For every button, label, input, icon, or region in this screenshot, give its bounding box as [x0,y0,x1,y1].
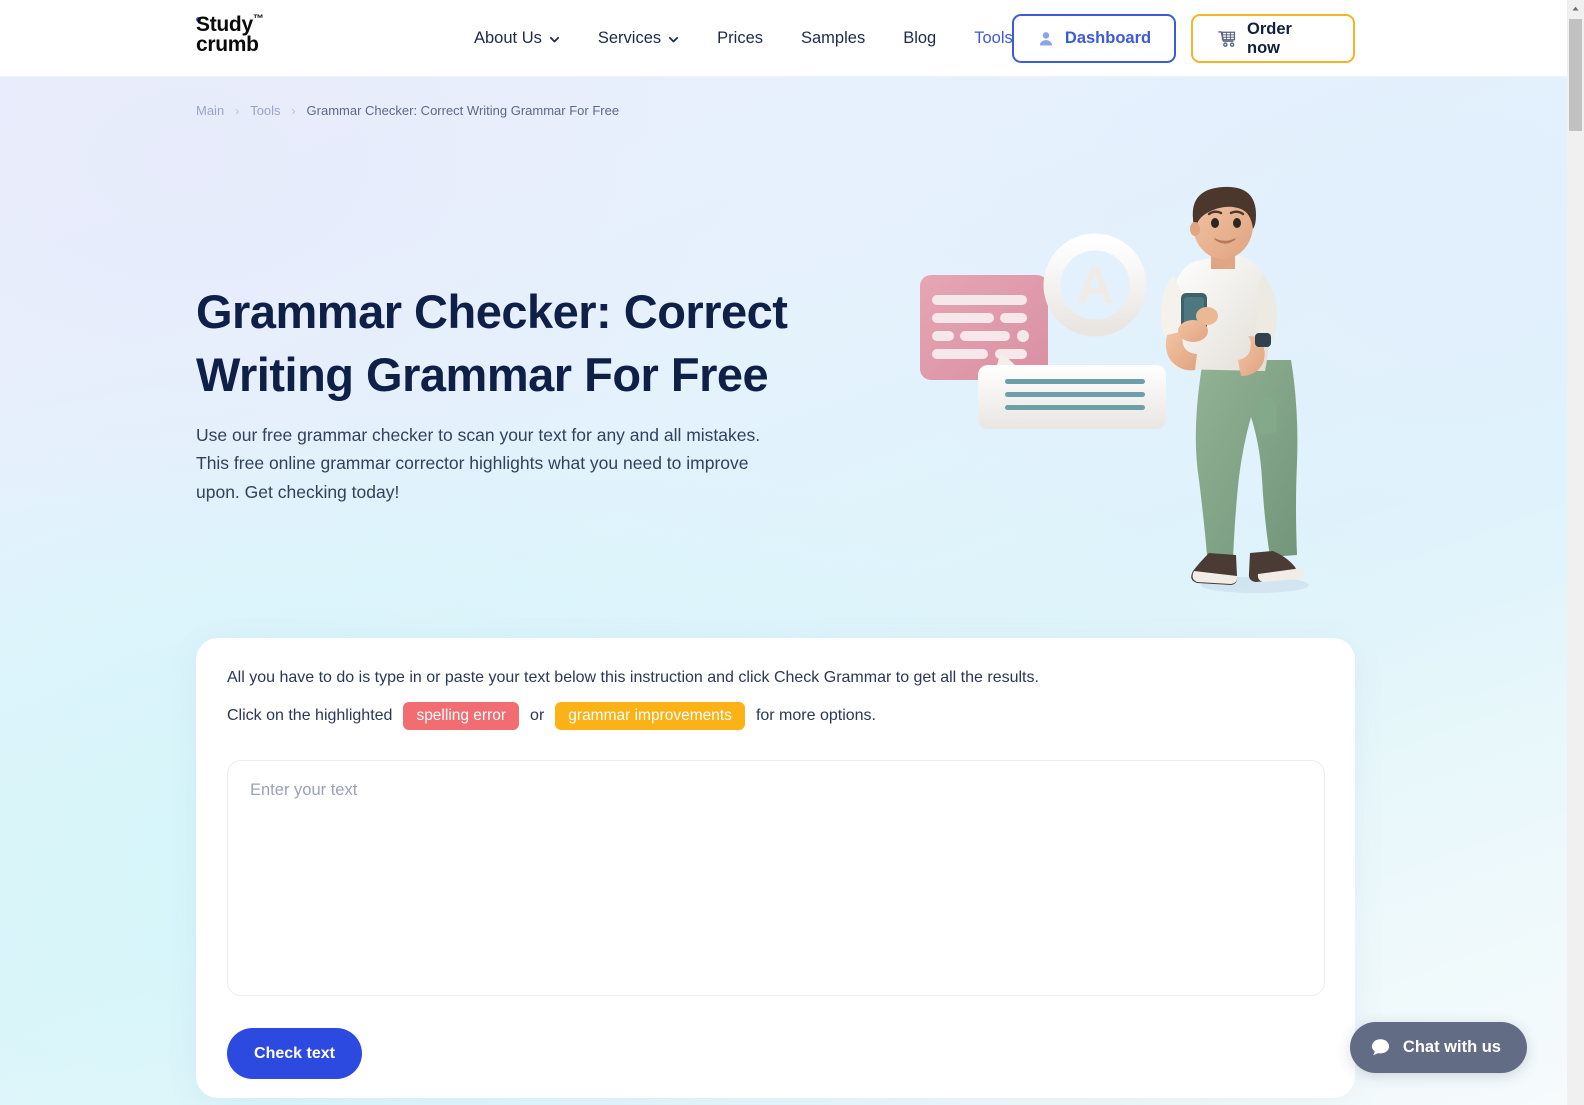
nav-item-blog[interactable]: Blog [884,29,955,48]
nav-label: Samples [801,29,866,47]
scroll-up-arrow-icon[interactable] [1567,0,1584,17]
breadcrumb-separator-icon: › [235,103,240,118]
logo-line-2: crumb [196,32,259,56]
vertical-scrollbar[interactable] [1567,0,1584,1105]
page-subtitle: Use our free grammar checker to scan you… [196,425,761,502]
logo-line-1: Study™ [196,13,264,36]
nav-label: Blog [903,29,937,47]
breadcrumb: Main › Tools › Grammar Checker: Correct … [196,103,619,118]
person-icon [1037,30,1055,48]
grammar-improvements-badge[interactable]: grammar improvements [555,702,745,730]
dashboard-button-label: Dashboard [1064,29,1152,47]
nav-label: About Us [474,29,542,47]
chat-with-us-label: Chat with us [1402,1038,1501,1056]
logo-trademark: ™ [252,13,264,25]
nav-label: Services [597,29,662,47]
nav-item-prices[interactable]: Prices [698,29,782,48]
chevron-down-icon [549,34,560,45]
dashboard-button[interactable]: Dashboard [1012,14,1176,63]
legend-or-text: or [530,707,545,724]
order-now-button[interactable]: Order now [1191,14,1355,63]
hero-illustration: A [915,185,1345,600]
check-text-button[interactable]: Check text [227,1028,362,1079]
grammar-checker-panel: All you have to do is type in or paste y… [196,638,1355,1098]
chevron-down-icon [668,34,679,45]
shopping-cart-icon [1217,29,1237,49]
breadcrumb-item-main[interactable]: Main [196,103,224,118]
nav-item-services[interactable]: Services [579,29,698,48]
text-editor-input[interactable]: Enter your text [227,760,1325,996]
letter-a-circle-icon: A [1043,233,1147,337]
site-header: Study™ crumb About Us Services Prices Sa… [0,0,1567,77]
legend-suffix-text: for more options. [755,707,876,724]
nav-label: Tools [974,29,1013,47]
page-title: Grammar Checker: Correct Writing Grammar… [196,285,788,401]
panel-legend-row: Click on the highlighted spelling error … [227,702,876,730]
page-root: Study™ crumb About Us Services Prices Sa… [0,0,1567,1105]
svg-text:A: A [1076,257,1114,315]
scrollbar-thumb[interactable] [1569,19,1582,131]
chat-bubble-shape [978,352,1166,429]
breadcrumb-separator-icon: › [291,103,296,118]
pink-text-card [920,275,1048,380]
breadcrumb-item-tools[interactable]: Tools [250,103,280,118]
chat-bubble-icon [1370,1037,1391,1058]
site-logo[interactable]: Study™ crumb [196,13,316,56]
order-now-button-label: Order now [1247,19,1292,57]
character-3d [1161,186,1309,593]
spelling-error-badge[interactable]: spelling error [403,702,520,730]
chat-with-us-button[interactable]: Chat with us [1349,1022,1527,1073]
nav-item-samples[interactable]: Samples [782,29,884,48]
nav-item-about-us[interactable]: About Us [455,29,579,48]
breadcrumb-item-current: Grammar Checker: Correct Writing Grammar… [306,103,620,118]
nav-label: Prices [717,29,763,47]
panel-instruction-text: All you have to do is type in or paste y… [227,669,1039,686]
legend-prefix-text: Click on the highlighted [227,707,393,724]
header-actions: Dashboard Order now [1012,14,1355,63]
main-navigation: About Us Services Prices Samples Blog To… [455,0,1050,77]
